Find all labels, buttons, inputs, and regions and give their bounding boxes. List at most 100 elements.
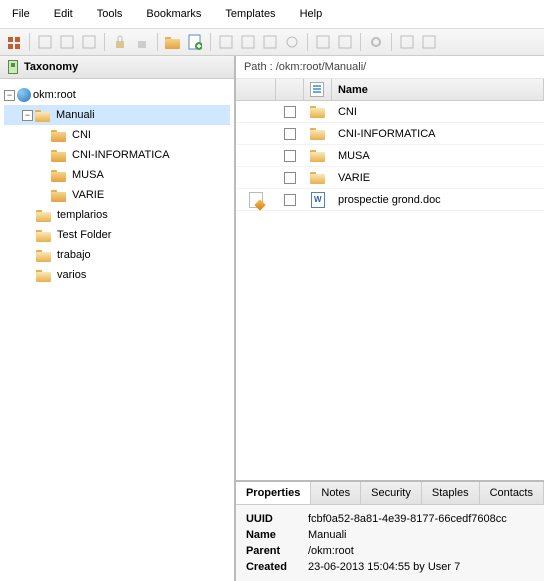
- sidebar: Taxonomy − okm:root − Manuali CNI CNI-IN…: [0, 56, 236, 581]
- folder-icon: [51, 169, 67, 182]
- toolbar-btn-17[interactable]: [419, 32, 439, 52]
- row-checkbox[interactable]: [284, 194, 296, 206]
- toolbar-btn-10[interactable]: [238, 32, 258, 52]
- table-header: Name: [236, 79, 544, 101]
- toolbar-btn-4[interactable]: [79, 32, 99, 52]
- toolbar-btn-12[interactable]: [282, 32, 302, 52]
- prop-parent-label: Parent: [246, 545, 308, 557]
- file-table: Name CNI CNI-INFORMATICA MUSA VARIE pros…: [236, 79, 544, 480]
- list-icon: [310, 82, 324, 97]
- tree: − okm:root − Manuali CNI CNI-INFORMATICA…: [0, 79, 234, 581]
- tree-root-label: okm:root: [33, 89, 76, 101]
- toolbar-btn-9[interactable]: [216, 32, 236, 52]
- table-row[interactable]: prospectie grond.doc: [236, 189, 544, 211]
- col-action: [236, 79, 276, 100]
- sidebar-header: Taxonomy: [0, 56, 234, 79]
- toolbar-lock-icon[interactable]: [110, 32, 130, 52]
- tree-node-cni[interactable]: CNI: [4, 125, 230, 145]
- folder-icon: [310, 149, 326, 162]
- menu-edit[interactable]: Edit: [42, 4, 85, 24]
- path-prefix: Path :: [244, 61, 276, 73]
- tree-label: Test Folder: [54, 229, 111, 241]
- tree-node-trabajo[interactable]: trabajo: [4, 245, 230, 265]
- folder-icon: [310, 171, 326, 184]
- row-checkbox[interactable]: [284, 150, 296, 162]
- breadcrumb: Path : /okm:root/Manuali/: [236, 56, 544, 79]
- folder-icon: [51, 149, 67, 162]
- tree-node-varios[interactable]: varios: [4, 265, 230, 285]
- menu-help[interactable]: Help: [288, 4, 335, 24]
- tree-node-cni-informatica[interactable]: CNI-INFORMATICA: [4, 145, 230, 165]
- prop-uuid: fcbf0a52-8a81-4e39-8177-66cedf7608cc: [308, 513, 534, 525]
- menubar: File Edit Tools Bookmarks Templates Help: [0, 0, 544, 29]
- toolbar-btn-14[interactable]: [335, 32, 355, 52]
- row-name: CNI: [332, 106, 544, 118]
- toolbar: [0, 29, 544, 56]
- tree-node-varie[interactable]: VARIE: [4, 185, 230, 205]
- prop-created: 23-06-2013 15:04:55 by User 7: [308, 561, 534, 573]
- edit-icon[interactable]: [249, 192, 263, 208]
- tree-node-manuali[interactable]: − Manuali: [4, 105, 230, 125]
- collapse-icon[interactable]: −: [4, 90, 15, 101]
- path-value: /okm:root/Manuali/: [276, 61, 366, 73]
- toolbar-btn-13[interactable]: [313, 32, 333, 52]
- tree-label: CNI: [69, 129, 91, 141]
- row-checkbox[interactable]: [284, 172, 296, 184]
- table-row[interactable]: MUSA: [236, 145, 544, 167]
- tab-staples[interactable]: Staples: [422, 482, 480, 504]
- toolbar-btn-2[interactable]: [35, 32, 55, 52]
- tree-node-templarios[interactable]: templarios: [4, 205, 230, 225]
- row-checkbox[interactable]: [284, 106, 296, 118]
- menu-templates[interactable]: Templates: [213, 4, 287, 24]
- toolbar-btn-11[interactable]: [260, 32, 280, 52]
- toolbar-btn-3[interactable]: [57, 32, 77, 52]
- tab-notes[interactable]: Notes: [311, 482, 361, 504]
- word-doc-icon: [311, 192, 325, 208]
- tree-root[interactable]: − okm:root: [4, 85, 230, 105]
- folder-icon: [51, 129, 67, 142]
- menu-file[interactable]: File: [0, 4, 42, 24]
- tab-contacts[interactable]: Contacts: [480, 482, 544, 504]
- tree-label: CNI-INFORMATICA: [69, 149, 170, 161]
- toolbar-btn-16[interactable]: [397, 32, 417, 52]
- folder-icon: [36, 209, 52, 222]
- tree-label: templarios: [54, 209, 108, 221]
- row-name: CNI-INFORMATICA: [332, 128, 544, 140]
- content: Path : /okm:root/Manuali/ Name CNI CNI-I…: [236, 56, 544, 581]
- tree-node-test-folder[interactable]: Test Folder: [4, 225, 230, 245]
- folder-icon: [36, 269, 52, 282]
- table-row[interactable]: CNI: [236, 101, 544, 123]
- col-type[interactable]: [304, 79, 332, 100]
- collapse-icon[interactable]: −: [22, 110, 33, 121]
- row-checkbox[interactable]: [284, 128, 296, 140]
- tab-properties[interactable]: Properties: [236, 482, 311, 504]
- toolbar-unlock-icon[interactable]: [132, 32, 152, 52]
- menu-bookmarks[interactable]: Bookmarks: [134, 4, 213, 24]
- table-row[interactable]: CNI-INFORMATICA: [236, 123, 544, 145]
- taxonomy-icon: [6, 60, 20, 74]
- folder-icon: [36, 229, 52, 242]
- toolbar-home-icon[interactable]: [4, 32, 24, 52]
- col-name[interactable]: Name: [332, 79, 544, 100]
- folder-icon: [310, 127, 326, 140]
- tree-label: VARIE: [69, 189, 104, 201]
- toolbar-doc-plus-icon[interactable]: [185, 32, 205, 52]
- tree-label: MUSA: [69, 169, 104, 181]
- prop-parent: /okm:root: [308, 545, 534, 557]
- table-row[interactable]: VARIE: [236, 167, 544, 189]
- menu-tools[interactable]: Tools: [85, 4, 135, 24]
- folder-icon: [310, 105, 326, 118]
- prop-uuid-label: UUID: [246, 513, 308, 525]
- prop-created-label: Created: [246, 561, 308, 573]
- folder-icon: [51, 189, 67, 202]
- col-check: [276, 79, 304, 100]
- tree-label: trabajo: [54, 249, 91, 261]
- tab-security[interactable]: Security: [361, 482, 422, 504]
- toolbar-gear-icon[interactable]: [366, 32, 386, 52]
- toolbar-folder-plus-icon[interactable]: [163, 32, 183, 52]
- globe-icon: [17, 88, 31, 102]
- tree-node-musa[interactable]: MUSA: [4, 165, 230, 185]
- detail-tabs: Properties Notes Security Staples Contac…: [236, 482, 544, 505]
- tree-label: varios: [54, 269, 86, 281]
- properties-pane: UUIDfcbf0a52-8a81-4e39-8177-66cedf7608cc…: [236, 505, 544, 581]
